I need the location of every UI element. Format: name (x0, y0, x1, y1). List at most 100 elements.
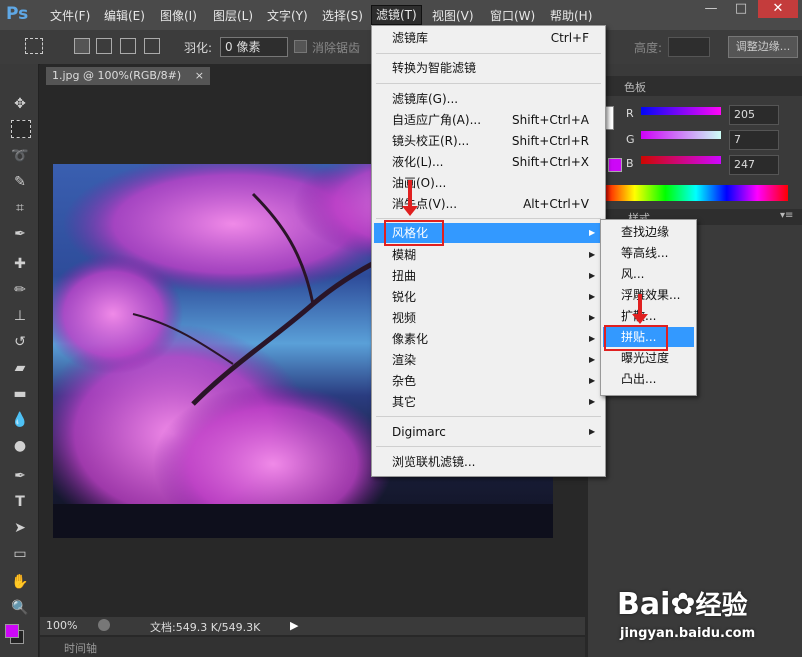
submenu-arrow-icon: ▶ (589, 427, 596, 436)
menu-filter[interactable]: 滤镜(T) (371, 5, 422, 25)
document-size: 文档:549.3 K/549.3K (150, 621, 261, 634)
lens-correction[interactable]: 镜头校正(R)... (392, 131, 469, 151)
rectangle-tool-icon[interactable]: ▭ (9, 544, 31, 564)
menu-layer[interactable]: 图层(L) (213, 7, 253, 24)
baidu-brand2: 经验 (695, 591, 748, 621)
noise-menu-item[interactable]: 杂色 (392, 371, 416, 391)
antialias-checkbox[interactable] (294, 40, 307, 53)
subtract-selection-icon[interactable] (120, 38, 136, 54)
g-slider[interactable] (641, 131, 721, 139)
render-menu-item[interactable]: 渲染 (392, 350, 416, 370)
restore-button[interactable]: □ (728, 0, 754, 18)
quick-select-icon[interactable]: ✎ (9, 172, 31, 192)
pen-tool-icon[interactable]: ✒ (9, 466, 31, 486)
dodge-tool-icon[interactable]: ● (9, 436, 31, 456)
extrude-item[interactable]: 凸出... (621, 369, 656, 389)
menu-image[interactable]: 图像(I) (160, 7, 197, 24)
menu-view[interactable]: 视图(V) (432, 7, 474, 24)
submenu-arrow-icon: ▶ (589, 228, 596, 237)
menu-separator (376, 218, 601, 219)
sharpen-menu-item[interactable]: 锐化 (392, 287, 416, 307)
oil-paint[interactable]: 油画(O)... (392, 173, 446, 193)
annotation-arrow (638, 294, 642, 316)
gradient-icon[interactable]: ▬ (9, 384, 31, 404)
menu-window[interactable]: 窗口(W) (490, 7, 535, 24)
color-ramp[interactable] (604, 185, 788, 201)
move-tool-icon[interactable]: ✥ (9, 94, 31, 114)
find-edges-item[interactable]: 查找边缘 (621, 222, 669, 242)
adjust-edge-button[interactable]: 调整边缘... (728, 36, 798, 58)
pixelate-menu-item[interactable]: 像素化 (392, 329, 428, 349)
lasso-tool-icon[interactable]: ➰ (9, 146, 31, 166)
video-menu-item[interactable]: 视频 (392, 308, 416, 328)
status-menu-arrow-icon[interactable]: ▶ (290, 619, 298, 632)
menu-separator (376, 83, 601, 84)
convert-smart-filters[interactable]: 转换为智能滤镜 (392, 58, 476, 78)
other-menu-item[interactable]: 其它 (392, 392, 416, 412)
stamp-tool-icon[interactable]: ⊥ (9, 306, 31, 326)
g-value-input[interactable]: 7 (729, 130, 779, 150)
intersect-selection-icon[interactable] (144, 38, 160, 54)
trace-contour-item[interactable]: 等高线... (621, 243, 668, 263)
new-selection-icon[interactable] (74, 38, 90, 54)
liquify[interactable]: 液化(L)... (392, 152, 444, 172)
timeline-label[interactable]: 时间轴 (64, 640, 97, 656)
b-label: B (626, 157, 634, 170)
type-tool-icon[interactable]: T (9, 492, 31, 512)
zoom-level[interactable]: 100% (46, 619, 77, 632)
b-slider[interactable] (641, 156, 721, 164)
brush-tool-icon[interactable]: ✏ (9, 280, 31, 300)
b-value-input[interactable]: 247 (729, 155, 779, 175)
foreground-color-swatch[interactable] (5, 624, 19, 638)
zoom-tool-icon[interactable]: 🔍 (9, 598, 31, 618)
document-tab-title: 1.jpg @ 100%(RGB/8#) (52, 69, 182, 82)
distort-menu-item[interactable]: 扭曲 (392, 266, 416, 286)
color-swatch-small[interactable] (608, 158, 622, 172)
swatches-tab[interactable]: 色板 (624, 79, 646, 95)
marquee-tool-icon[interactable] (11, 120, 31, 138)
feather-input[interactable]: 0 像素 (220, 37, 288, 57)
hand-tool-icon[interactable]: ✋ (9, 572, 31, 592)
menu-select[interactable]: 选择(S) (322, 7, 363, 24)
blur-menu-item[interactable]: 模糊 (392, 245, 416, 265)
path-select-icon[interactable]: ➤ (9, 518, 31, 538)
filter-gallery-last[interactable]: 滤镜库 (392, 28, 428, 48)
menu-file[interactable]: 文件(F) (50, 7, 90, 24)
document-tab[interactable]: 1.jpg @ 100%(RGB/8#) × (46, 67, 210, 85)
emboss-item[interactable]: 浮雕效果... (621, 285, 680, 305)
filter-gallery[interactable]: 滤镜库(G)... (392, 89, 458, 109)
close-tab-icon[interactable]: × (195, 69, 204, 82)
r-slider[interactable] (641, 107, 721, 115)
annotation-box-stylize (384, 220, 444, 246)
baidu-logo: Bai✿经验 (617, 585, 748, 622)
eraser-icon[interactable]: ▰ (9, 358, 31, 378)
status-info-icon[interactable] (98, 619, 110, 631)
solarize-item[interactable]: 曝光过度 (621, 348, 669, 368)
close-button[interactable]: ✕ (758, 0, 798, 18)
height-input[interactable] (668, 37, 710, 57)
r-value-input[interactable]: 205 (729, 105, 779, 125)
submenu-arrow-icon: ▶ (589, 397, 596, 406)
height-label: 高度: (634, 41, 663, 55)
shortcut-shift-ctrl-a: Shift+Ctrl+A (512, 113, 589, 127)
shortcut-alt-ctrl-v: Alt+Ctrl+V (523, 197, 589, 211)
wind-item[interactable]: 风... (621, 264, 644, 284)
blur-tool-icon[interactable]: 💧 (9, 410, 31, 430)
menu-edit[interactable]: 编辑(E) (104, 7, 145, 24)
menu-help[interactable]: 帮助(H) (550, 7, 592, 24)
minimize-button[interactable]: — (698, 0, 724, 18)
panel-menu-icon[interactable]: ▾≡ (780, 210, 793, 221)
menu-type[interactable]: 文字(Y) (267, 7, 308, 24)
eyedropper-icon[interactable]: ✒ (9, 224, 31, 244)
crop-tool-icon[interactable]: ⌗ (9, 198, 31, 218)
marquee-preset-icon[interactable] (25, 38, 43, 54)
history-brush-icon[interactable]: ↺ (9, 332, 31, 352)
digimarc-menu-item[interactable]: Digimarc (392, 422, 446, 442)
paw-icon: ✿ (670, 587, 696, 622)
healing-brush-icon[interactable]: ✚ (9, 254, 31, 274)
submenu-arrow-icon: ▶ (589, 292, 596, 301)
submenu-arrow-icon: ▶ (589, 334, 596, 343)
add-selection-icon[interactable] (96, 38, 112, 54)
adaptive-wide-angle[interactable]: 自适应广角(A)... (392, 110, 481, 130)
browse-filters-online[interactable]: 浏览联机滤镜... (392, 452, 475, 472)
